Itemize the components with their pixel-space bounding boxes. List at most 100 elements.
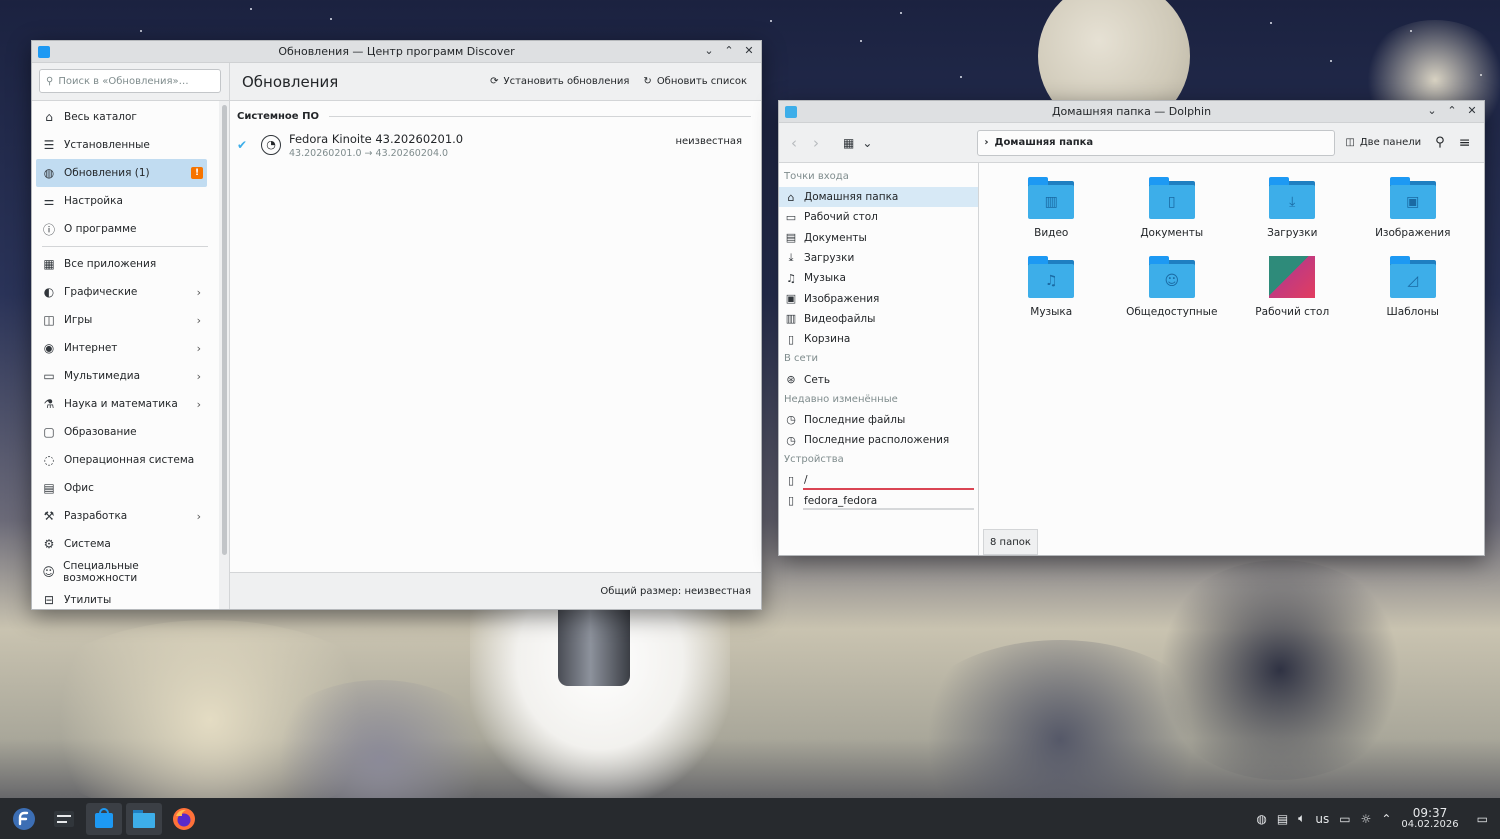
- search-icon[interactable]: ⚲: [1435, 135, 1445, 150]
- sidebar-item-catalog[interactable]: ⌂ Весь каталог: [36, 103, 207, 131]
- sidebar-item-internet[interactable]: ◉ Интернет ›: [36, 334, 207, 362]
- sidebar-item-label: Обновления (1): [64, 167, 150, 179]
- place-downloads[interactable]: ⤓ Загрузки: [779, 248, 978, 268]
- folder-item[interactable]: ▥ Видео: [991, 177, 1112, 256]
- update-row[interactable]: ✔ ◔ Fedora Kinoite 43.20260201.0 43.2026…: [230, 122, 761, 159]
- sidebar-item-development[interactable]: ⚒ Разработка ›: [36, 502, 207, 530]
- system-settings-taskbar-button[interactable]: [46, 803, 82, 835]
- display-icon[interactable]: ▭: [1339, 812, 1350, 826]
- place-fedora-device[interactable]: ▯ fedora_fedora: [779, 491, 978, 511]
- maximize-icon[interactable]: ⌃: [723, 44, 735, 57]
- place-recent-files[interactable]: ◷ Последние файлы: [779, 410, 978, 430]
- folder-item[interactable]: ☺ Общедоступные: [1112, 256, 1233, 335]
- folder-item[interactable]: ◿ Шаблоны: [1353, 256, 1474, 335]
- folder-item[interactable]: ▣ Изображения: [1353, 177, 1474, 256]
- discover-window: Обновления — Центр программ Discover ⌄ ⌃…: [31, 40, 762, 610]
- clock[interactable]: 09:37 04.02.2026: [1401, 807, 1459, 830]
- sidebar-item-label: Образование: [64, 426, 137, 438]
- folder-item[interactable]: ♫ Музыка: [991, 256, 1112, 335]
- search-input[interactable]: ⚲ Поиск в «Обновления»…: [39, 69, 221, 93]
- desktop-folder-icon: [1269, 256, 1316, 298]
- sidebar-item-graphics[interactable]: ◐ Графические ›: [36, 278, 207, 306]
- checkbox-checked-icon[interactable]: ✔: [237, 138, 251, 152]
- sidebar-item-science[interactable]: ⚗ Наука и математика ›: [36, 390, 207, 418]
- install-updates-button[interactable]: ⟳ Установить обновления: [490, 76, 629, 87]
- discover-titlebar[interactable]: Обновления — Центр программ Discover ⌄ ⌃…: [32, 41, 761, 63]
- firefox-taskbar-button[interactable]: [166, 803, 202, 835]
- breadcrumb-item[interactable]: Домашняя папка: [995, 137, 1094, 148]
- folder-item[interactable]: ⤓ Загрузки: [1232, 177, 1353, 256]
- updates-tray-icon[interactable]: ◍: [1256, 812, 1266, 826]
- place-pictures[interactable]: ▣ Изображения: [779, 288, 978, 308]
- clipboard-icon[interactable]: ▤: [1277, 812, 1288, 826]
- refresh-list-button[interactable]: ↻ Обновить список: [643, 76, 747, 87]
- sidebar-item-label: Операционная система: [64, 454, 195, 466]
- split-icon: ◫: [1345, 137, 1355, 148]
- drive-icon: ▯: [787, 494, 795, 508]
- sidebar-item-games[interactable]: ◫ Игры ›: [36, 306, 207, 334]
- view-mode-icon[interactable]: ▦: [843, 136, 854, 150]
- volume-icon[interactable]: 🔈︎: [1298, 811, 1305, 826]
- chevron-right-icon: ›: [196, 341, 201, 355]
- place-label: Последние расположения: [804, 434, 950, 447]
- back-button[interactable]: ‹: [791, 134, 813, 152]
- folder-item[interactable]: ▯ Документы: [1112, 177, 1233, 256]
- close-icon[interactable]: ✕: [743, 44, 755, 57]
- place-documents[interactable]: ▤ Документы: [779, 228, 978, 248]
- sidebar-item-updates[interactable]: ◍ Обновления (1)!: [36, 159, 207, 187]
- folder-item[interactable]: Рабочий стол: [1232, 256, 1353, 335]
- keyboard-layout[interactable]: us: [1315, 812, 1329, 826]
- split-view-button[interactable]: ◫ Две панели: [1345, 137, 1421, 148]
- sidebar-item-office[interactable]: ▤ Офис: [36, 474, 207, 502]
- gauge-icon: ◔: [261, 135, 281, 155]
- recent-folder-icon: ◷: [786, 433, 796, 447]
- sidebar-item-os[interactable]: ◌ Операционная система: [36, 446, 207, 474]
- place-home[interactable]: ⌂ Домашняя папка: [779, 187, 978, 208]
- place-network[interactable]: ⊛ Сеть: [779, 369, 978, 389]
- place-trash[interactable]: ▯ Корзина: [779, 329, 978, 349]
- folder-label: Общедоступные: [1126, 306, 1218, 318]
- sidebar-item-all-apps[interactable]: ▦ Все приложения: [36, 250, 207, 278]
- chevron-down-icon[interactable]: ⌄: [862, 136, 872, 150]
- place-music[interactable]: ♫ Музыка: [779, 268, 978, 288]
- sidebar-scrollbar[interactable]: [219, 101, 229, 609]
- place-desktop[interactable]: ▭ Рабочий стол: [779, 207, 978, 227]
- sidebar-item-utilities[interactable]: ⊟ Утилиты: [36, 586, 207, 609]
- sidebar-item-system[interactable]: ⚙ Система: [36, 530, 207, 558]
- os-icon: ◌: [43, 453, 55, 467]
- brightness-icon[interactable]: ☼: [1361, 812, 1372, 826]
- sidebar-item-settings[interactable]: ⚌ Настройка: [36, 187, 207, 215]
- maximize-icon[interactable]: ⌃: [1446, 104, 1458, 117]
- minimize-icon[interactable]: ⌄: [1426, 104, 1438, 117]
- house-icon: ⌂: [45, 110, 53, 124]
- show-desktop-icon[interactable]: ▭: [1477, 812, 1488, 826]
- discover-sidebar: ⌂ Весь каталог ☰ Установленные ◍ Обновления…: [32, 101, 230, 609]
- page-title: Обновления: [242, 72, 339, 91]
- breadcrumb[interactable]: › Домашняя папка: [977, 129, 1336, 156]
- chevron-up-icon[interactable]: ⌃: [1381, 812, 1391, 826]
- clock-date: 04.02.2026: [1401, 818, 1459, 830]
- places-section-header: Устройства: [784, 454, 844, 466]
- section-title: Системное ПО: [237, 111, 319, 122]
- sidebar-item-multimedia[interactable]: ▭ Мультимедиа ›: [36, 362, 207, 390]
- sidebar-item-installed[interactable]: ☰ Установленные: [36, 131, 207, 159]
- dolphin-taskbar-button[interactable]: [126, 802, 162, 835]
- dolphin-titlebar[interactable]: Домашняя папка — Dolphin ⌄ ⌃ ✕: [779, 101, 1484, 123]
- sidebar-item-education[interactable]: ▢ Образование: [36, 418, 207, 446]
- folder-count: 8 папок: [990, 536, 1031, 548]
- close-icon[interactable]: ✕: [1466, 104, 1478, 117]
- place-videos[interactable]: ▥ Видеофайлы: [779, 309, 978, 329]
- app-launcher-button[interactable]: [6, 803, 42, 835]
- discover-taskbar-button[interactable]: [86, 802, 122, 835]
- sidebar-item-label: Игры: [64, 314, 93, 326]
- sidebar-item-accessibility[interactable]: ☺ Специальные возможности: [36, 558, 207, 586]
- place-recent-locations[interactable]: ◷ Последние расположения: [779, 430, 978, 450]
- taskbar: ◍ ▤ 🔈︎ us ▭ ☼ ⌃ 09:37 04.02.2026 ▭: [0, 798, 1500, 839]
- forward-button[interactable]: ›: [813, 134, 835, 152]
- place-root-device[interactable]: ▯ /: [779, 470, 978, 490]
- minimize-icon[interactable]: ⌄: [703, 44, 715, 57]
- sidebar-item-about[interactable]: ⓘ О программе: [36, 215, 207, 243]
- document-icon: ▤: [43, 481, 55, 495]
- folder-templates-icon: ◿: [1389, 256, 1436, 298]
- hamburger-menu-icon[interactable]: ≡: [1459, 135, 1471, 151]
